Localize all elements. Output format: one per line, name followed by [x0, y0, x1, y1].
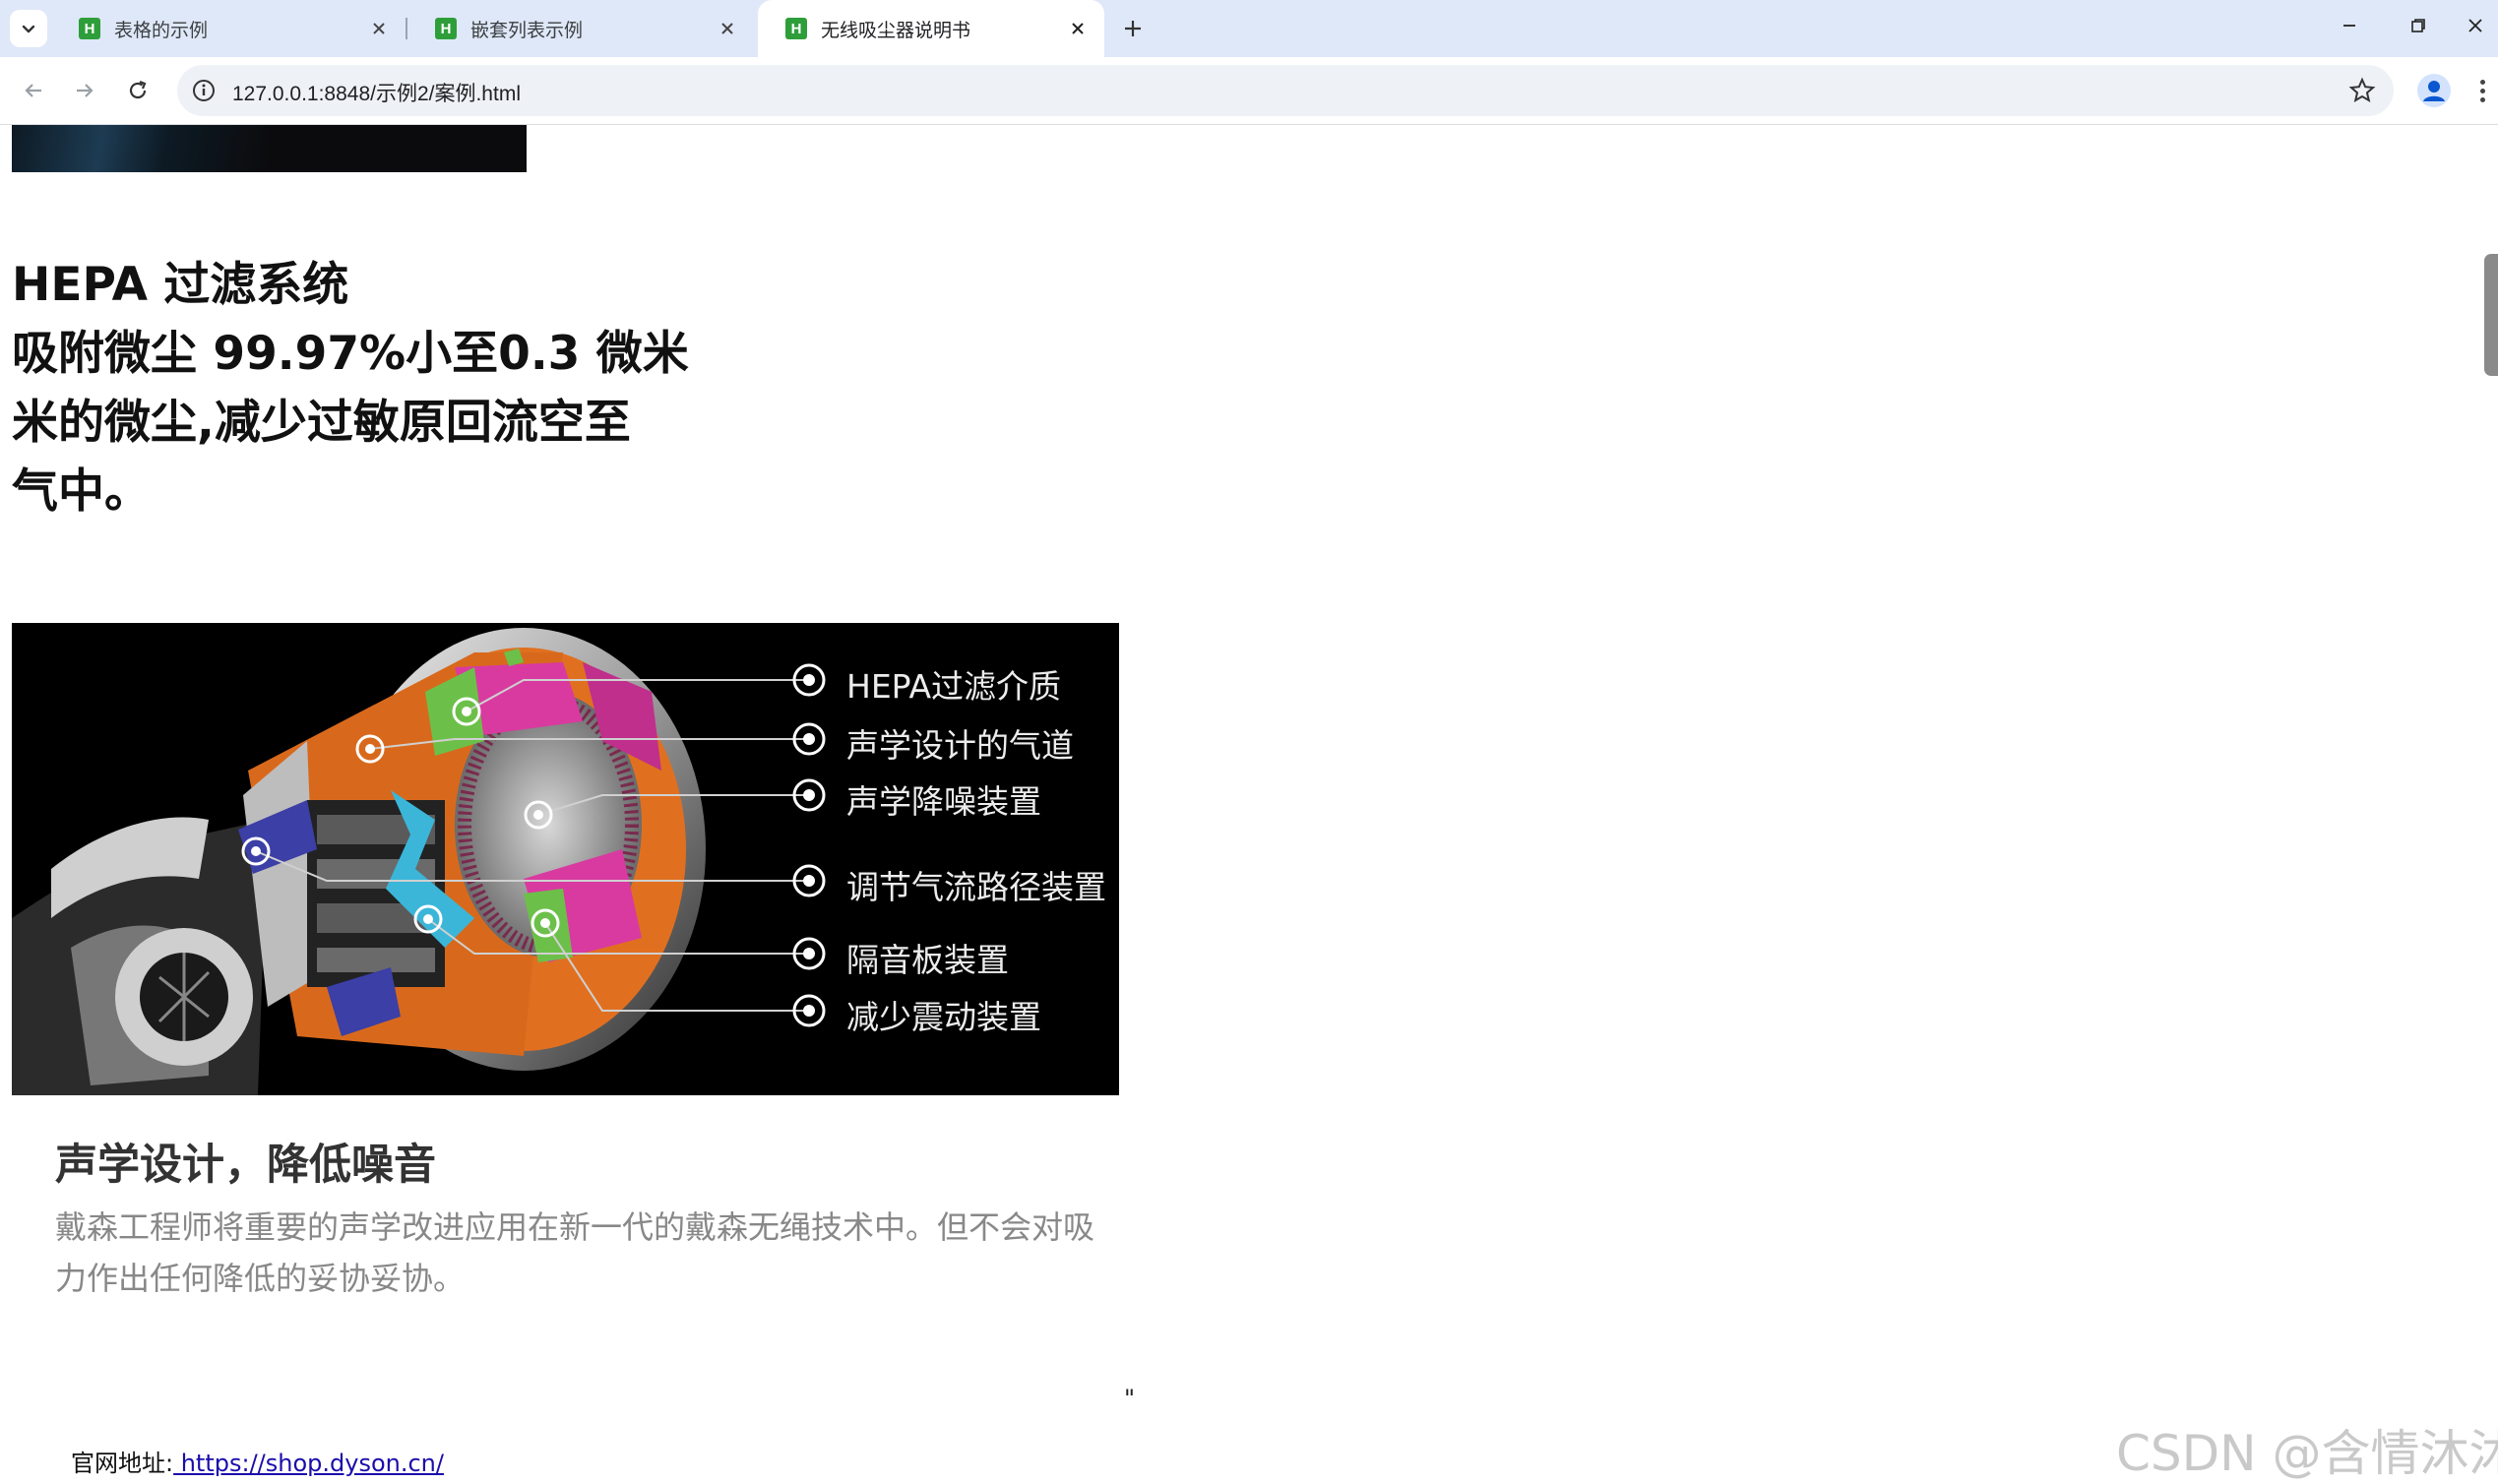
close-icon[interactable] [366, 16, 392, 41]
diagram-label-vibration-damper: 减少震动装置 [846, 998, 1041, 1036]
official-site-row: 官网地址: https://shop.dyson.cn/ [71, 1444, 444, 1478]
site-info-icon[interactable] [191, 78, 217, 103]
browser-toolbar: 127.0.0.1:8848/示例2/案例.html [0, 57, 2498, 125]
product-image-cropped [12, 125, 527, 172]
csdn-watermark: CSDN @含情沐沐 [2116, 1425, 2498, 1482]
back-button[interactable] [14, 71, 53, 110]
diagram-label-airflow-path: 调节气流路径装置 [846, 868, 1106, 906]
tab-title: 无线吸尘器说明书 [821, 19, 971, 41]
diagram-label-sound-baffle: 隔音板装置 [846, 941, 1009, 979]
close-icon[interactable] [1065, 16, 1091, 41]
tab-nested-list-example[interactable]: H 嵌套列表示例 [407, 0, 754, 57]
close-icon [2468, 19, 2482, 32]
acoustic-feature-description: 戴森工程师将重要的声学改进应用在新一代的戴森无绳技术中。但不会对吸力作出任何降低… [55, 1208, 1095, 1297]
arrow-left-icon [25, 84, 41, 97]
url-text[interactable]: 127.0.0.1:8848/示例2/案例.html [232, 78, 521, 107]
heading-line: 吸附微尘 99.97%小至0.3 微米 [12, 327, 689, 381]
heading-line: 米的微尘,减少过敏原回流空至 [12, 396, 631, 450]
heading-line: HEPA 过滤系统 [12, 258, 349, 312]
hbuilder-favicon-icon: H [785, 18, 807, 39]
diagram-label-hepa-filter: HEPA过滤介质 [846, 667, 1062, 706]
address-bar[interactable]: 127.0.0.1:8848/示例2/案例.html [177, 65, 2394, 116]
stray-quote-text: " [1124, 1385, 1136, 1412]
acoustic-feature-title: 声学设计，降低噪音 [55, 1141, 436, 1190]
restore-icon [2411, 19, 2425, 32]
heading-line: 气中。 [12, 464, 151, 519]
arrow-right-icon [77, 84, 94, 97]
reload-icon [129, 80, 147, 99]
tab-title: 表格的示例 [114, 19, 209, 41]
minimize-icon [2343, 25, 2355, 27]
forward-button[interactable] [65, 71, 104, 110]
diagram-label-noise-reduction: 声学降噪装置 [846, 782, 1041, 821]
chevron-down-icon [22, 25, 35, 33]
tab-title: 嵌套列表示例 [470, 19, 584, 41]
plus-icon [1125, 21, 1141, 36]
close-icon[interactable] [715, 16, 740, 41]
scrollbar-thumb[interactable] [2484, 254, 2498, 376]
dot [2479, 96, 2485, 102]
bookmark-star-icon[interactable] [2348, 77, 2376, 104]
profile-button[interactable] [2413, 70, 2455, 111]
page-viewport: HEPA 过滤系统 吸附微尘 99.97%小至0.3 微米 米的微尘,减少过敏原… [0, 125, 2498, 1484]
official-site-label: 官网地址: [71, 1450, 174, 1477]
dot [2479, 88, 2485, 93]
hbuilder-favicon-icon: H [79, 18, 100, 39]
diagram-label-acoustic-airway: 声学设计的气道 [846, 726, 1074, 765]
hbuilder-favicon-icon: H [435, 18, 457, 39]
new-tab-button[interactable] [1114, 10, 1152, 47]
acoustic-cutaway-image: HEPA过滤介质 声学设计的气道 声学降噪装置 调节气流路径装置 隔音板装置 减… [12, 623, 1119, 1095]
image-detail [12, 125, 268, 172]
tab-table-example[interactable]: H 表格的示例 [51, 0, 406, 57]
dot [2479, 79, 2485, 85]
more-menu-button[interactable] [2470, 70, 2494, 111]
official-site-link[interactable]: https://shop.dyson.cn/ [173, 1450, 444, 1477]
tab-search-button[interactable] [10, 10, 47, 47]
minimize-button[interactable] [2315, 0, 2384, 51]
tab-strip: H 表格的示例 H 嵌套列表示例 H 无线吸尘器说明书 [0, 0, 2498, 57]
restore-button[interactable] [2384, 0, 2453, 51]
reload-button[interactable] [118, 71, 157, 110]
close-window-button[interactable] [2453, 0, 2498, 51]
tab-vacuum-manual[interactable]: H 无线吸尘器说明书 [758, 0, 1104, 57]
user-avatar-icon [2417, 74, 2451, 107]
hepa-heading: HEPA 过滤系统 吸附微尘 99.97%小至0.3 微米 米的微尘,减少过敏原… [12, 251, 689, 526]
